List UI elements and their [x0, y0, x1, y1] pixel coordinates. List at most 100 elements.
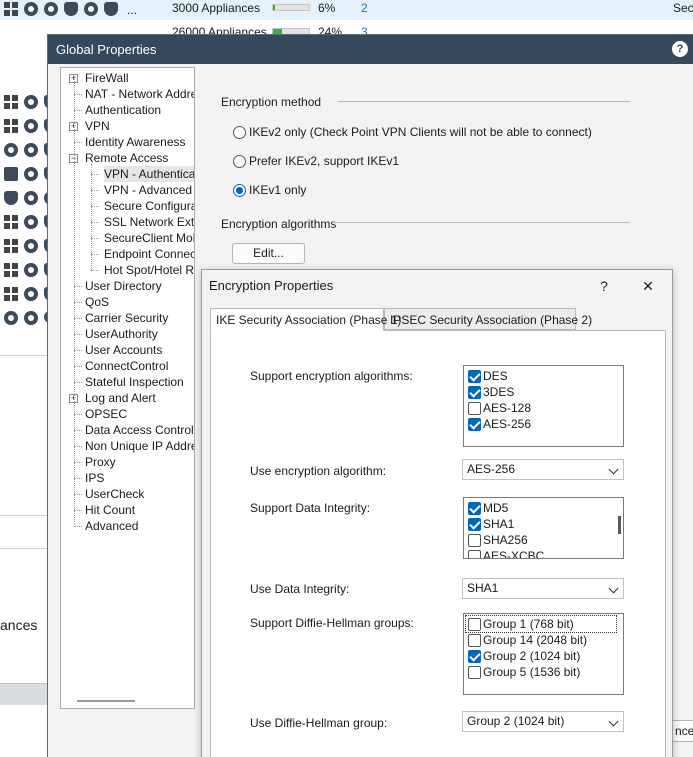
- checkbox[interactable]: [468, 402, 481, 415]
- edit-encryption-button[interactable]: Edit...: [232, 243, 305, 264]
- progress-bar: [272, 4, 310, 11]
- use-dh-select[interactable]: Group 2 (1024 bit): [462, 711, 624, 732]
- tree-item[interactable]: UserAuthority: [85, 326, 158, 342]
- navigation-tree[interactable]: +FireWallNAT - Network Address Translati…: [60, 67, 195, 709]
- tree-horizontal-scrollbar[interactable]: [77, 700, 135, 702]
- list-item[interactable]: Group 5 (1536 bit): [466, 664, 616, 680]
- tree-item[interactable]: Endpoint Connect: [104, 246, 194, 262]
- help-button[interactable]: ?: [584, 270, 624, 302]
- checkbox[interactable]: [468, 618, 481, 631]
- global-properties-titlebar[interactable]: Global Properties ?: [48, 35, 693, 64]
- tree-item[interactable]: Secure Configuration Verification: [104, 198, 194, 214]
- tree-connector: [74, 350, 82, 351]
- tree-item[interactable]: OPSEC: [85, 406, 127, 422]
- tree-item[interactable]: VPN - Advanced: [104, 182, 192, 198]
- tree-connector: [91, 270, 99, 271]
- checkbox[interactable]: [468, 386, 481, 399]
- tree-item[interactable]: Data Access Control: [85, 422, 194, 438]
- list-item[interactable]: 3DES: [466, 384, 616, 400]
- gear-icon: [24, 215, 38, 229]
- tree-connector: [91, 254, 99, 255]
- tree-item[interactable]: NAT - Network Address Translation: [85, 86, 194, 102]
- tree-item[interactable]: Authentication: [85, 102, 161, 118]
- tree-item[interactable]: UserCheck: [85, 486, 144, 502]
- tree-item[interactable]: FireWall: [85, 70, 129, 86]
- tree-item[interactable]: Carrier Security: [85, 310, 168, 326]
- checkbox[interactable]: [468, 502, 481, 515]
- tree-item[interactable]: VPN - Authentication and Encryption: [104, 166, 194, 182]
- checkbox[interactable]: [468, 370, 481, 383]
- tree-item[interactable]: User Directory: [85, 278, 162, 294]
- list-item-label: Group 1 (768 bit): [483, 617, 574, 631]
- appliance-icon: [4, 215, 18, 229]
- support-integrity-listbox[interactable]: MD5 SHA1 SHA256 AES-XCBC: [463, 497, 624, 559]
- tree-item[interactable]: SSL Network Extender: [104, 214, 194, 230]
- list-item[interactable]: AES-XCBC: [466, 548, 616, 558]
- checkbox[interactable]: [468, 418, 481, 431]
- encryption-properties-titlebar[interactable]: Encryption Properties ? ✕: [202, 270, 672, 302]
- radio-label[interactable]: Prefer IKEv2, support IKEv1: [249, 154, 399, 168]
- count-link[interactable]: 2: [361, 1, 368, 15]
- tree-item[interactable]: SecureClient Mobile: [104, 230, 194, 246]
- list-item[interactable]: DES: [466, 368, 616, 384]
- tree-item[interactable]: Hit Count: [85, 502, 135, 518]
- radio-label[interactable]: IKEv1 only: [249, 183, 306, 197]
- tab-ipsec-phase2[interactable]: IPSEC Security Association (Phase 2): [384, 308, 592, 330]
- list-item[interactable]: Group 1 (768 bit): [465, 615, 617, 633]
- support-encryption-listbox[interactable]: DES 3DES AES-128 AES-256: [463, 365, 624, 447]
- list-item[interactable]: SHA1: [466, 516, 616, 532]
- checkbox[interactable]: [468, 518, 481, 531]
- tree-item[interactable]: Proxy: [85, 454, 116, 470]
- shield-icon: [104, 2, 118, 16]
- radio-button[interactable]: [233, 126, 246, 139]
- checkbox[interactable]: [468, 650, 481, 663]
- tree-item[interactable]: QoS: [85, 294, 109, 310]
- radio-button[interactable]: [233, 155, 246, 168]
- list-item-label: AES-256: [483, 417, 532, 431]
- gear-icon: [24, 191, 38, 205]
- list-item[interactable]: AES-256: [466, 416, 616, 432]
- checkbox[interactable]: [468, 666, 481, 679]
- help-icon[interactable]: ?: [672, 41, 688, 57]
- tree-connector: [74, 286, 82, 287]
- tree-connector: [74, 462, 82, 463]
- appliance-icon: [4, 95, 18, 109]
- tree-item[interactable]: Stateful Inspection: [85, 374, 184, 390]
- tab-ike-phase1[interactable]: IKE Security Association (Phase 1): [210, 308, 401, 331]
- list-item-label: SHA1: [483, 517, 515, 531]
- tree-item[interactable]: VPN: [85, 118, 110, 134]
- gear-icon: [24, 143, 38, 157]
- tree-item[interactable]: Advanced: [85, 518, 138, 534]
- list-item[interactable]: MD5: [466, 500, 616, 516]
- close-button[interactable]: ✕: [628, 270, 668, 302]
- list-item[interactable]: Group 2 (1024 bit): [466, 648, 616, 664]
- gear-icon: [44, 2, 58, 16]
- tree-item[interactable]: IPS: [85, 470, 104, 486]
- list-item[interactable]: SHA256: [466, 532, 616, 548]
- dialog-button-partial[interactable]: nce: [671, 720, 693, 742]
- listbox-scrollbar-thumb[interactable]: [618, 516, 621, 534]
- gear-icon: [24, 287, 38, 301]
- tree-connector: [74, 142, 82, 143]
- list-item[interactable]: Group 14 (2048 bit): [466, 632, 616, 648]
- tree-item[interactable]: ConnectControl: [85, 358, 168, 374]
- section-divider: [332, 222, 630, 223]
- tree-item[interactable]: Remote Access: [85, 150, 168, 166]
- gear-icon: [24, 239, 38, 253]
- use-encryption-select[interactable]: AES-256: [462, 459, 624, 480]
- tree-item[interactable]: Identity Awareness: [85, 134, 186, 150]
- radio-label[interactable]: IKEv2 only (Check Point VPN Clients will…: [249, 125, 592, 139]
- tree-item[interactable]: Non Unique IP Address Ranges: [85, 438, 194, 454]
- tree-item[interactable]: Log and Alert: [85, 390, 156, 406]
- radio-button[interactable]: [233, 184, 246, 197]
- use-integrity-select[interactable]: SHA1: [462, 578, 624, 599]
- tree-item[interactable]: Hot Spot/Hotel Registration: [104, 262, 194, 278]
- checkbox[interactable]: [468, 534, 481, 547]
- tree-item[interactable]: User Accounts: [85, 342, 162, 358]
- support-dh-listbox[interactable]: Group 1 (768 bit) Group 14 (2048 bit) Grou…: [463, 613, 624, 695]
- checkbox[interactable]: [468, 634, 481, 647]
- chevron-down-icon: [608, 583, 619, 594]
- list-item[interactable]: AES-128: [466, 400, 616, 416]
- checkbox[interactable]: [468, 550, 481, 558]
- tree-connector: [74, 526, 82, 527]
